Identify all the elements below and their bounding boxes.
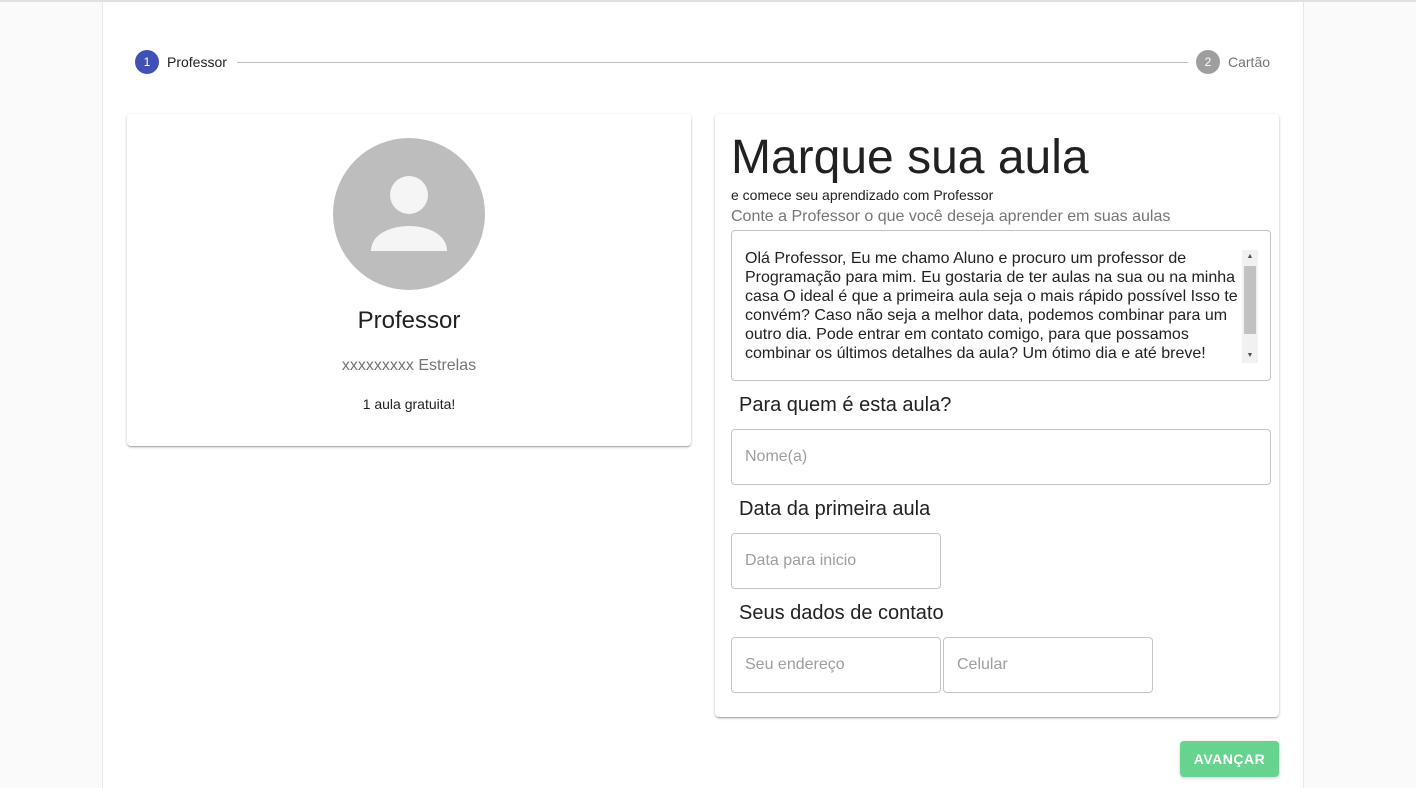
step-professor[interactable]: 1 Professor xyxy=(135,50,227,74)
date-label: Data da primeira aula xyxy=(739,498,931,520)
contact-label: Seus dados de contato xyxy=(739,602,944,624)
person-icon xyxy=(371,176,447,251)
step-number-1: 1 xyxy=(135,50,159,74)
step-label-professor: Professor xyxy=(167,54,227,70)
who-label: Para quem é esta aula? xyxy=(739,394,952,416)
message-text: Olá Professor, Eu me chamo Aluno e procu… xyxy=(745,250,1238,362)
name-input[interactable]: Nome(a) xyxy=(731,429,1271,485)
free-lesson-note: 1 aula gratuita! xyxy=(362,396,456,412)
scroll-down-arrow-icon[interactable]: ▼ xyxy=(1242,349,1258,363)
avatar xyxy=(333,138,485,290)
teacher-rating: xxxxxxxxx Estrelas xyxy=(341,357,477,374)
date-input[interactable]: Data para inicio xyxy=(731,533,941,589)
step-number-2: 2 xyxy=(1196,50,1220,74)
form-title: Marque sua aula xyxy=(731,131,1089,184)
step-cartao[interactable]: 2 Cartão xyxy=(1196,50,1270,74)
message-hint: Conte a Professor o que você deseja apre… xyxy=(731,208,1171,225)
textarea-scrollbar[interactable]: ▲ ▼ xyxy=(1242,250,1258,363)
address-input[interactable]: Seu endereço xyxy=(731,637,941,693)
stepper-connector xyxy=(237,62,1188,63)
message-textarea[interactable]: Olá Professor, Eu me chamo Aluno e procu… xyxy=(731,230,1271,381)
form-subtitle: e comece seu aprendizado com Professor xyxy=(731,187,994,203)
booking-form-card: Marque sua aula e comece seu aprendizado… xyxy=(715,114,1279,717)
advance-button[interactable]: AVANÇAR xyxy=(1180,741,1279,777)
scrollbar-thumb[interactable] xyxy=(1244,266,1256,334)
teacher-card: Professor xxxxxxxxx Estrelas 1 aula grat… xyxy=(127,114,691,446)
teacher-name: Professor xyxy=(357,307,461,334)
step-label-cartao: Cartão xyxy=(1228,54,1271,70)
scroll-up-arrow-icon[interactable]: ▲ xyxy=(1242,250,1258,264)
phone-input[interactable]: Celular xyxy=(943,637,1153,693)
